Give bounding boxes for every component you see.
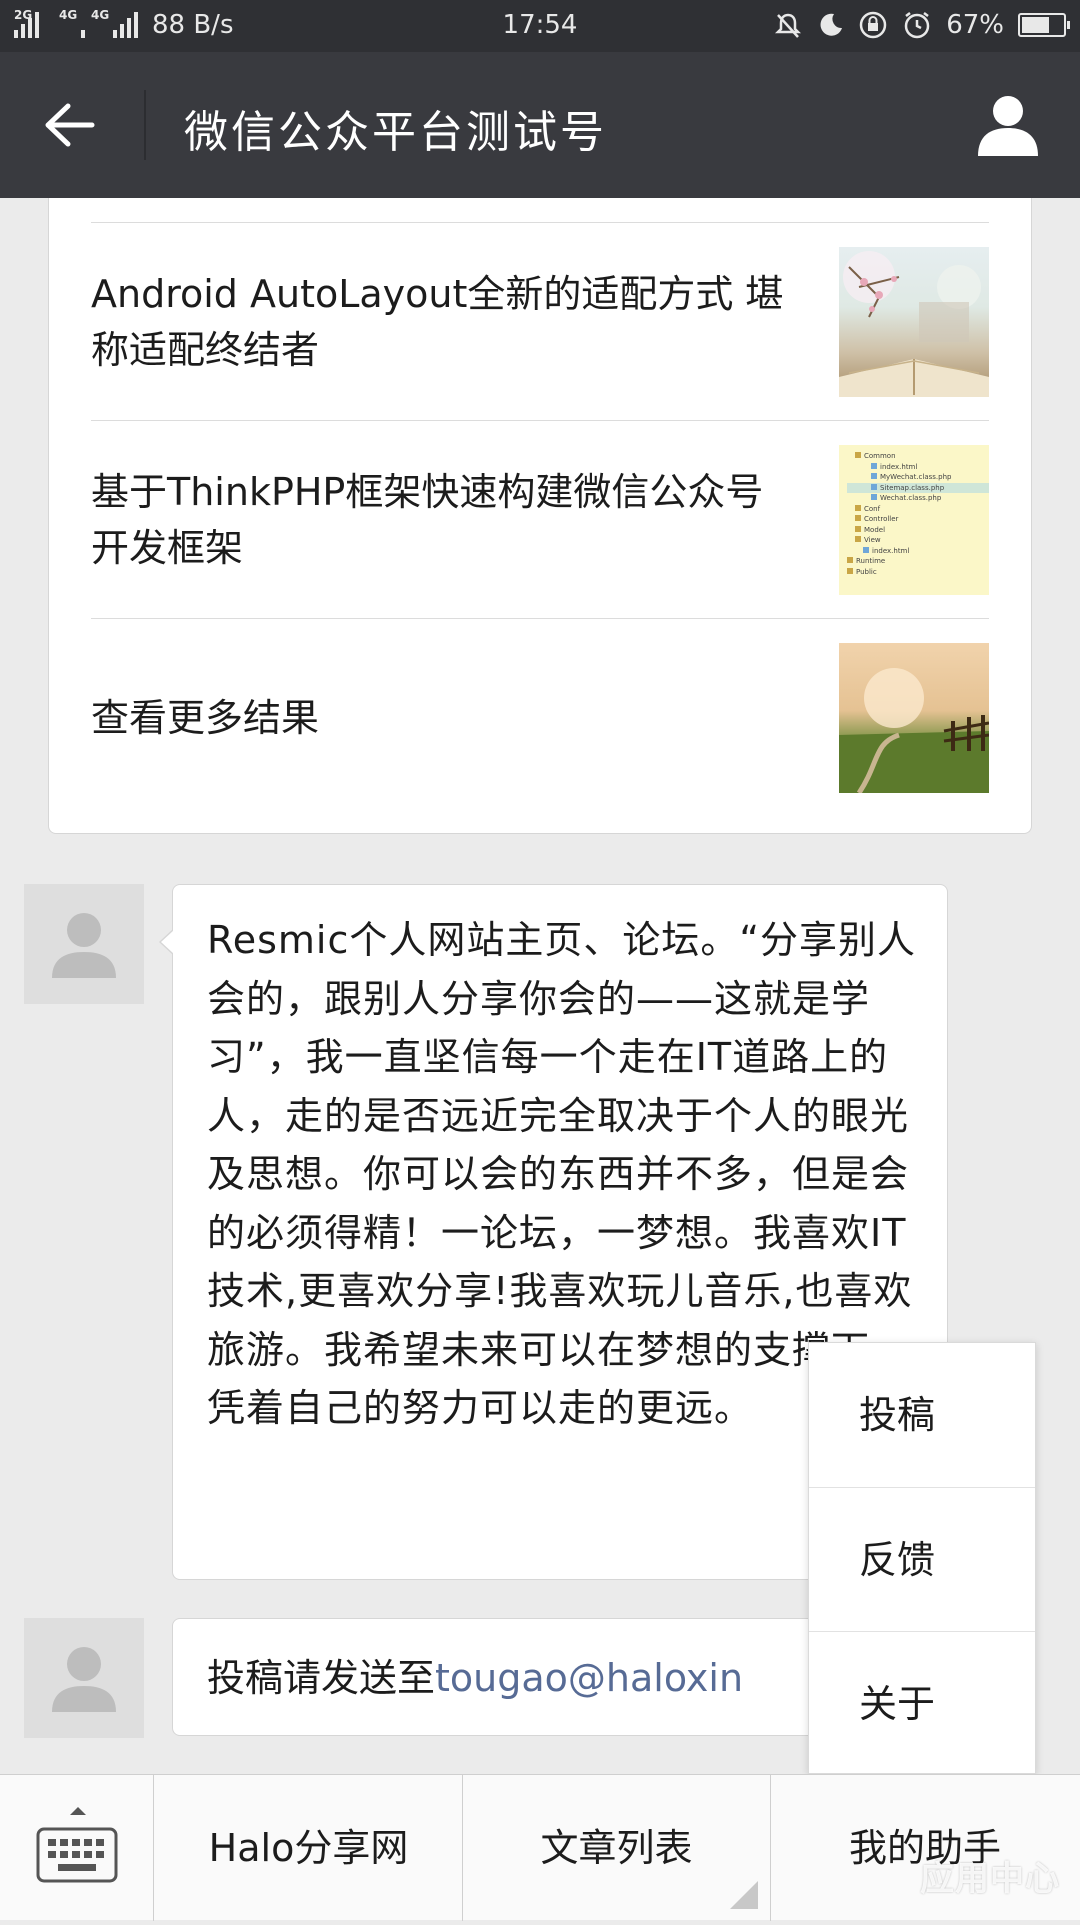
bottom-menu-halo[interactable]: Halo分享网 bbox=[155, 1775, 463, 1921]
menu-item-feedback[interactable]: 反馈 bbox=[809, 1487, 1035, 1631]
article-thumbnail bbox=[839, 643, 989, 793]
moon-icon bbox=[820, 13, 843, 36]
tree-node: Controller bbox=[847, 514, 989, 525]
alarm-icon bbox=[904, 12, 930, 39]
submenu-popup: 投稿 反馈 关于 bbox=[808, 1342, 1036, 1774]
keyboard-icon bbox=[36, 1807, 118, 1883]
rotation-lock-icon bbox=[859, 11, 887, 39]
article-title: Android AutoLayout全新的适配方式 堪称适配终结者 bbox=[91, 272, 784, 372]
menu-item-submit[interactable]: 投稿 bbox=[809, 1343, 1035, 1487]
folder-icon bbox=[855, 525, 861, 532]
tree-node: Wechat.class.php bbox=[847, 493, 989, 504]
folder-icon bbox=[855, 536, 861, 542]
article-thumbnail bbox=[839, 247, 989, 397]
folder-icon bbox=[847, 557, 853, 563]
back-button[interactable] bbox=[40, 100, 100, 150]
more-results-item[interactable]: 查看更多结果 bbox=[91, 619, 989, 817]
menu-item-about[interactable]: 关于 bbox=[809, 1631, 1035, 1775]
status-right: 67% bbox=[774, 10, 1070, 40]
tree-node: index.html bbox=[847, 546, 989, 557]
file-icon bbox=[871, 473, 877, 479]
article-list-card: Android AutoLayout全新的适配方式 堪称适配终结者 基于Thin… bbox=[48, 198, 1032, 834]
tree-node: Model bbox=[847, 525, 989, 536]
battery-percent: 67% bbox=[946, 10, 1004, 40]
tree-node: index.html bbox=[847, 462, 989, 473]
status-bar: 2G 4G 4G 88 B/s 17:54 67% bbox=[0, 0, 1080, 52]
bottom-menu-article-list[interactable]: 文章列表 bbox=[463, 1775, 771, 1921]
bottom-menu-bar: Halo分享网 文章列表 我的助手 应用中心 bbox=[0, 1774, 1080, 1921]
person-icon bbox=[978, 96, 1038, 156]
keyboard-toggle-button[interactable] bbox=[0, 1775, 154, 1921]
file-icon bbox=[863, 546, 869, 553]
bottom-menu-label: 文章列表 bbox=[540, 1826, 693, 1870]
tree-node: View bbox=[847, 535, 989, 546]
folder-icon bbox=[847, 567, 853, 574]
tree-node: Public bbox=[847, 567, 989, 578]
file-icon bbox=[871, 494, 877, 500]
title-divider bbox=[144, 90, 146, 160]
more-results-label: 查看更多结果 bbox=[91, 696, 320, 740]
default-avatar-icon bbox=[52, 1647, 116, 1712]
tree-node: Sitemap.class.php bbox=[847, 482, 989, 493]
folder-icon bbox=[855, 515, 861, 521]
email-link[interactable]: tougao@haloxin bbox=[435, 1656, 743, 1700]
message-prefix: 投稿请发送至 bbox=[207, 1656, 436, 1700]
avatar[interactable] bbox=[24, 1618, 144, 1738]
article-thumbnail: Common index.html MyWechat.class.php Sitema… bbox=[839, 445, 989, 595]
folder-icon bbox=[855, 504, 861, 511]
tree-node: Runtime bbox=[847, 556, 989, 567]
profile-button[interactable] bbox=[976, 92, 1040, 158]
submenu-indicator-icon bbox=[730, 1881, 758, 1909]
mute-icon bbox=[775, 13, 802, 38]
battery-icon bbox=[1018, 13, 1070, 37]
avatar[interactable] bbox=[24, 884, 144, 1004]
default-avatar-icon bbox=[52, 913, 116, 978]
article-item[interactable]: Android AutoLayout全新的适配方式 堪称适配终结者 bbox=[91, 223, 989, 421]
article-title: 基于ThinkPHP框架快速构建微信公众号开发框架 bbox=[91, 470, 764, 570]
tree-node: Conf bbox=[847, 504, 989, 515]
back-arrow-icon bbox=[45, 103, 95, 147]
file-icon bbox=[871, 483, 877, 490]
tree-node: Common bbox=[847, 451, 989, 462]
folder-icon bbox=[855, 452, 861, 458]
watermark-logo: 应用中心 bbox=[920, 1859, 1060, 1899]
page-title: 微信公众平台测试号 bbox=[184, 107, 607, 158]
title-bar: 微信公众平台测试号 bbox=[0, 52, 1080, 198]
tree-node: MyWechat.class.php bbox=[847, 472, 989, 483]
article-item[interactable]: 基于ThinkPHP框架快速构建微信公众号开发框架 Common index.ht… bbox=[91, 421, 989, 619]
file-icon bbox=[871, 462, 877, 469]
